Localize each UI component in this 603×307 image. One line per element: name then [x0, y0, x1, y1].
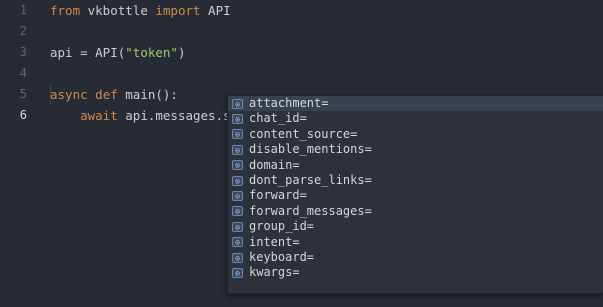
- autocomplete-item[interactable]: ⊙ keyboard=: [228, 250, 603, 265]
- parameter-icon: ⊙: [232, 221, 243, 232]
- autocomplete-item[interactable]: ⊙ disable_mentions=: [228, 142, 603, 157]
- autocomplete-item[interactable]: ⊙ forward=: [228, 188, 603, 203]
- parameter-icon: ⊙: [232, 129, 243, 140]
- keyword-token: def: [95, 87, 118, 102]
- code-line[interactable]: 3 api = API("token"): [0, 42, 603, 63]
- autocomplete-item[interactable]: ⊙ domain=: [228, 158, 603, 173]
- code-text[interactable]: api = API("token"): [50, 42, 185, 63]
- line-number: 1: [19, 3, 27, 17]
- autocomplete-item[interactable]: ⊙ group_id=: [228, 219, 603, 234]
- autocomplete-item-label: chat_id=: [249, 111, 307, 126]
- line-number: 2: [19, 24, 27, 38]
- code-token: api = API(: [50, 45, 126, 60]
- code-token: main():: [117, 87, 178, 102]
- code-line[interactable]: 4: [0, 63, 603, 84]
- autocomplete-item-label: dont_parse_links=: [249, 172, 372, 187]
- parameter-icon: ⊙: [232, 144, 243, 155]
- parameter-icon: ⊙: [232, 191, 243, 202]
- code-line[interactable]: 1 from vkbottle import API: [0, 0, 603, 21]
- autocomplete-item-label: content_source=: [249, 126, 358, 141]
- autocomplete-item[interactable]: ⊙ attachment=: [228, 96, 603, 112]
- code-token: ): [177, 45, 186, 60]
- autocomplete-item[interactable]: ⊙ intent=: [228, 235, 603, 250]
- autocomplete-item[interactable]: ⊙ forward_messages=: [228, 204, 603, 219]
- line-number: 4: [19, 66, 27, 80]
- parameter-icon: ⊙: [232, 114, 243, 125]
- autocomplete-item-label: disable_mentions=: [249, 142, 372, 157]
- code-line[interactable]: 2: [0, 21, 603, 42]
- parameter-icon: ⊙: [232, 267, 243, 278]
- autocomplete-item-label: forward_messages=: [249, 203, 372, 218]
- autocomplete-item[interactable]: ⊙ kwargs=: [228, 265, 603, 280]
- autocomplete-item-label: keyboard=: [249, 249, 315, 264]
- string-token: "token": [125, 45, 178, 60]
- keyword-token: from: [50, 3, 81, 18]
- autocomplete-item-label: group_id=: [249, 219, 315, 234]
- autocomplete-item-label: kwargs=: [249, 265, 300, 280]
- autocomplete-list[interactable]: ⊙ attachment= ⊙ chat_id= ⊙ content_source= ⊙ di…: [228, 96, 603, 281]
- autocomplete-item-label: intent=: [249, 234, 300, 249]
- code-text[interactable]: async def main():: [50, 84, 178, 105]
- parameter-icon: ⊙: [232, 175, 243, 186]
- line-number: 3: [19, 45, 27, 59]
- autocomplete-item-label: forward=: [249, 188, 307, 203]
- parameter-icon: ⊙: [232, 160, 243, 171]
- autocomplete-popup[interactable]: ⊙ attachment= ⊙ chat_id= ⊙ content_source= ⊙ di…: [227, 95, 603, 294]
- code-token: vkbottle: [80, 3, 156, 18]
- keyword-token: import: [155, 3, 201, 18]
- autocomplete-item[interactable]: ⊙ dont_parse_links=: [228, 173, 603, 188]
- parameter-icon: ⊙: [232, 98, 243, 109]
- line-number: 6: [19, 108, 27, 122]
- parameter-icon: ⊙: [232, 206, 243, 217]
- parameter-icon: ⊙: [232, 252, 243, 263]
- autocomplete-item-label: domain=: [249, 157, 300, 172]
- parameter-icon: ⊙: [232, 237, 243, 248]
- autocomplete-item[interactable]: ⊙ chat_id=: [228, 111, 603, 126]
- keyword-token: async: [50, 87, 88, 102]
- code-text[interactable]: from vkbottle import API: [50, 0, 231, 21]
- autocomplete-item-label: attachment=: [249, 96, 329, 110]
- keyword-token: await: [80, 108, 118, 123]
- autocomplete-item[interactable]: ⊙ content_source=: [228, 127, 603, 142]
- code-token: API: [200, 3, 231, 18]
- line-number: 5: [19, 87, 27, 101]
